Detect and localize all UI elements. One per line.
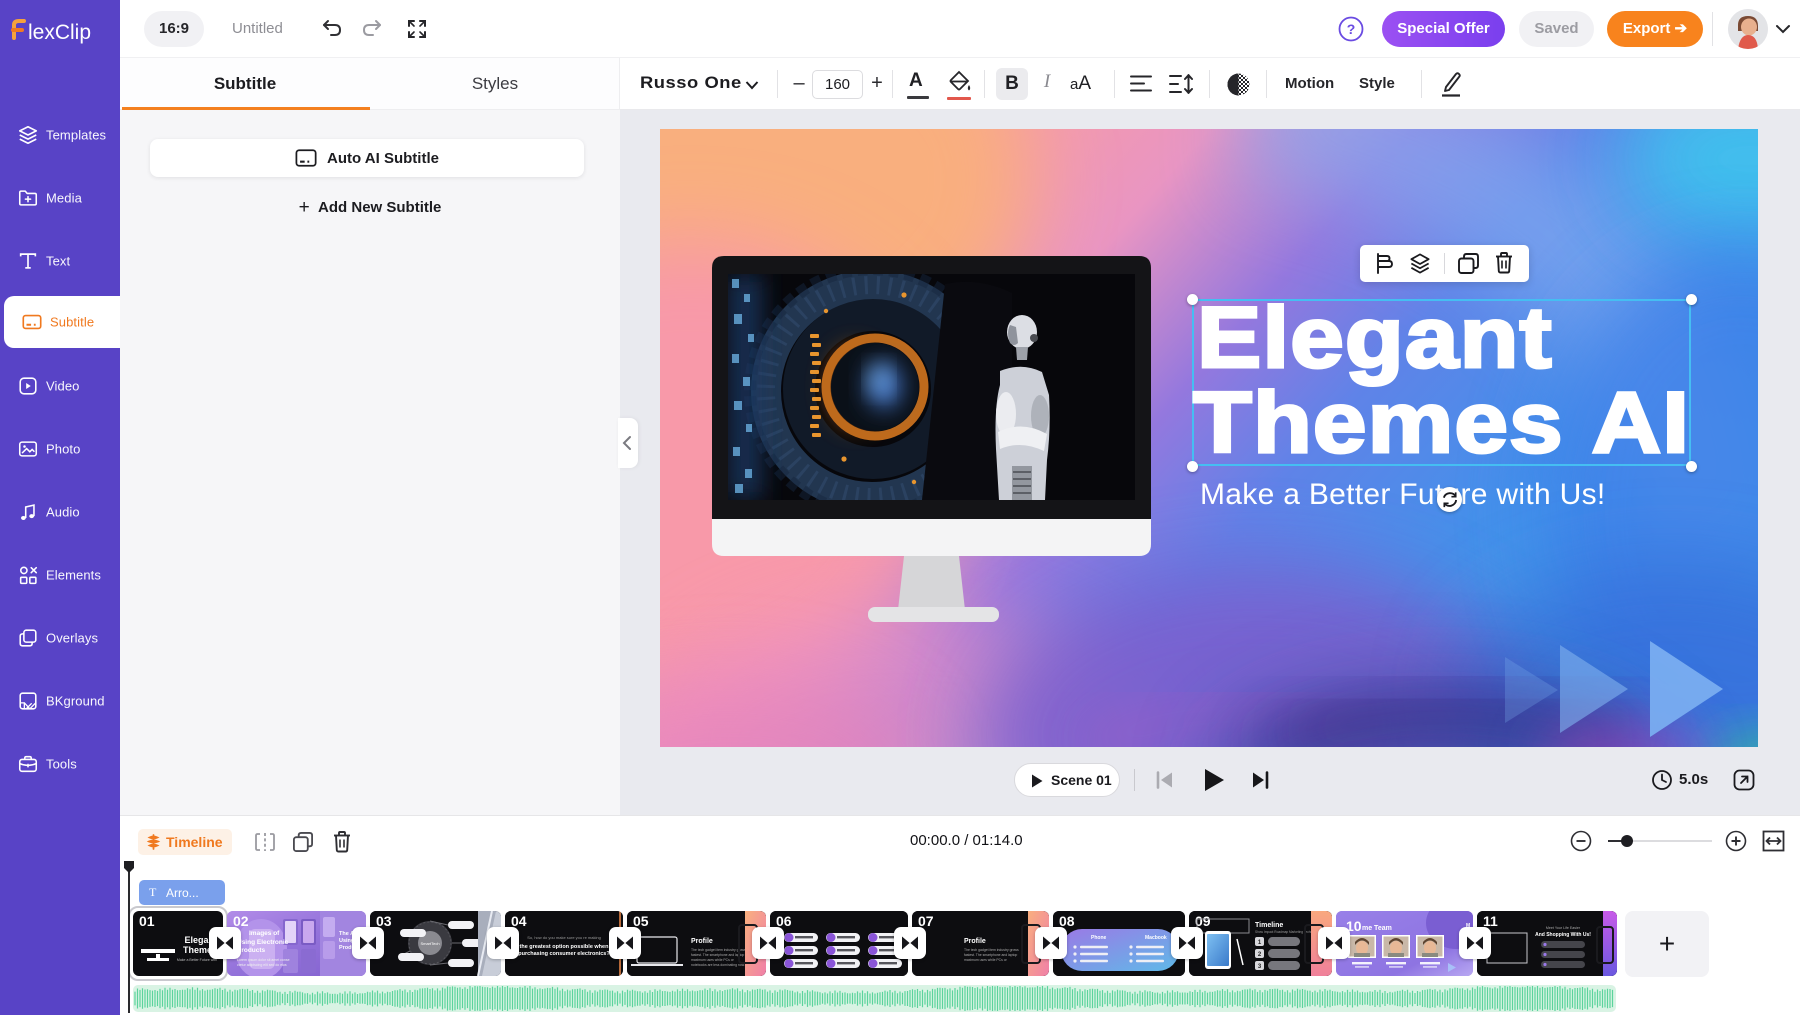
svg-text:Profile: Profile	[691, 938, 713, 945]
svg-text:maximum uses while PCs or: maximum uses while PCs or	[691, 958, 735, 962]
svg-text:Profile: Profile	[964, 938, 986, 945]
svg-text:Timeline: Timeline	[1255, 922, 1283, 929]
svg-text:notebooks are less dominating: notebooks are less dominating now.	[691, 963, 745, 967]
svg-text:The tech gadget item industry: The tech gadget item industry grows	[964, 948, 1019, 952]
svg-text:The tech gadget item industry: The tech gadget item industry grows	[691, 948, 746, 952]
svg-text:Meet Your Life Easier: Meet Your Life Easier	[1546, 926, 1581, 930]
svg-text:Images of: Images of	[249, 930, 280, 937]
svg-text:Make a Better Future with: Make a Better Future with	[177, 958, 217, 962]
svg-text:maximum uses while PCs or: maximum uses while PCs or	[964, 958, 1008, 962]
svg-text:Macbook: Macbook	[1145, 935, 1167, 941]
svg-text:Lorem ipsum dolor sit amet con: Lorem ipsum dolor sit amet conse	[237, 958, 290, 962]
svg-text:And Shopping With Us!: And Shopping With Us!	[1535, 932, 1591, 938]
svg-text:Phone: Phone	[1091, 935, 1106, 941]
svg-text:the greatest option possible w: the greatest option possible when	[520, 944, 610, 950]
svg-text:01: 01	[139, 913, 155, 929]
svg-text:purchasing consumer electronic: purchasing consumer electronics?	[518, 951, 610, 957]
svg-text:Using Electronic: Using Electronic	[237, 939, 289, 946]
svg-text:?: ?	[1347, 21, 1356, 37]
svg-text:fastest. The smartphone and la: fastest. The smartphone and laptop	[691, 953, 744, 957]
svg-text:me Team: me Team	[1362, 925, 1392, 932]
svg-text:Show Impact Roadmap Marketing: Show Impact Roadmap Marketing Technology	[1255, 930, 1320, 934]
svg-text:fastest. The smartphone and la: fastest. The smartphone and laptop	[964, 953, 1017, 957]
svg-text:Products: Products	[237, 947, 266, 954]
svg-text:SmartTech: SmartTech	[420, 941, 439, 946]
svg-text:lexClip: lexClip	[28, 21, 91, 44]
svg-text:So, how do you make sure you r: So, how do you make sure you re making	[527, 935, 601, 940]
svg-text:ctetur adipiscing elit sed do: ctetur adipiscing elit sed do eius	[237, 963, 287, 967]
